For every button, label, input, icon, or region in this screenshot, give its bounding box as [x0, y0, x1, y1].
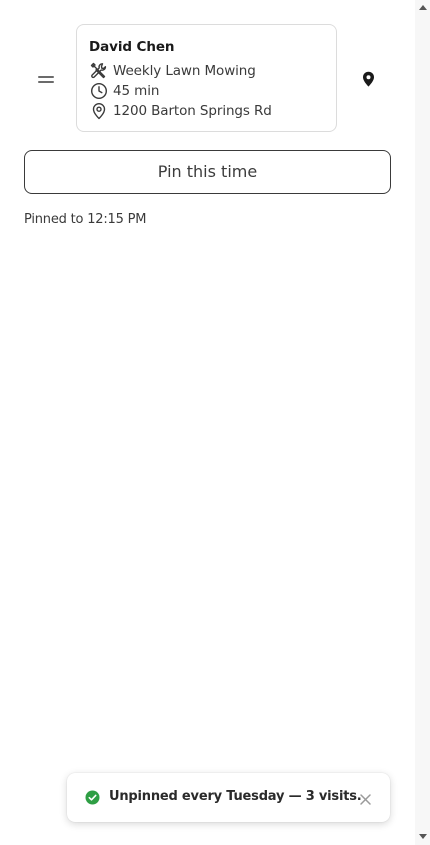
drag-handle-icon[interactable]: [38, 74, 54, 84]
job-service-row: Weekly Lawn Mowing: [89, 61, 256, 81]
pin-time-button[interactable]: Pin this time: [24, 150, 391, 194]
job-duration-row: 45 min: [89, 81, 159, 101]
toast-notification: Unpinned every Tuesday — 3 visits.: [67, 773, 390, 822]
drag-handle-line: [38, 76, 54, 78]
check-circle-icon: [85, 790, 100, 805]
customer-name: David Chen: [89, 39, 175, 55]
drag-handle-line: [38, 81, 54, 83]
service-name: Weekly Lawn Mowing: [113, 63, 256, 79]
job-address-row: 1200 Barton Springs Rd: [89, 101, 272, 121]
content-area: David Chen Weekly Lawn Mowing 45 min 120…: [0, 0, 415, 845]
scroll-down-icon[interactable]: [419, 834, 427, 839]
scroll-up-icon[interactable]: [419, 5, 427, 10]
address-value: 1200 Barton Springs Rd: [113, 103, 272, 119]
toast-message: Unpinned every Tuesday — 3 visits.: [109, 789, 362, 804]
map-pin-icon[interactable]: [361, 71, 376, 87]
close-icon[interactable]: [359, 791, 372, 805]
pinned-status-text: Pinned to 12:15 PM: [24, 212, 147, 227]
job-card[interactable]: David Chen Weekly Lawn Mowing 45 min 120…: [76, 24, 337, 132]
location-icon: [89, 101, 109, 121]
tools-icon: [89, 61, 109, 81]
vertical-scrollbar[interactable]: [415, 0, 430, 845]
clock-icon: [89, 81, 109, 101]
page: David Chen Weekly Lawn Mowing 45 min 120…: [0, 0, 430, 845]
duration-value: 45 min: [113, 83, 160, 99]
